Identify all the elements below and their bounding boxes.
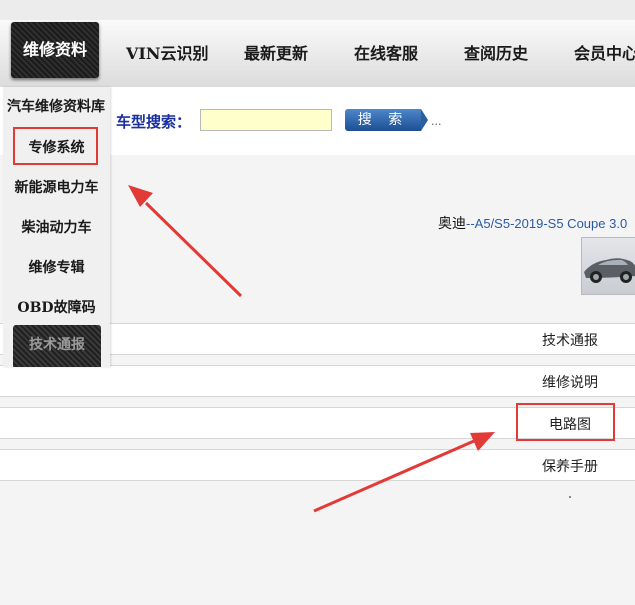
annotation-arrows <box>128 185 495 513</box>
arrow-line-left <box>144 201 243 298</box>
arrow-head-left <box>128 185 153 207</box>
arrow-line-right <box>313 439 475 513</box>
